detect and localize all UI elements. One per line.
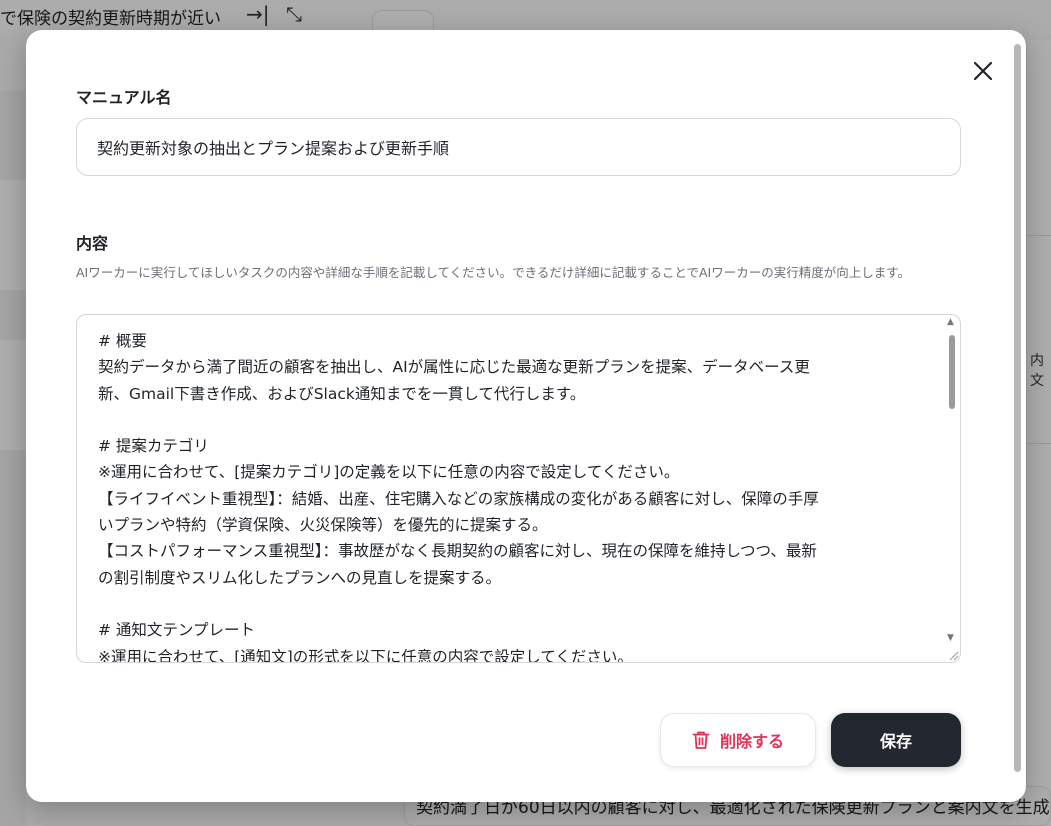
content-line: 【ライフイベント重視型】：結婚、出産、住宅購入などの家族構成の変化がある顧客に対… <box>98 489 819 508</box>
textarea-scroll-thumb[interactable] <box>949 335 955 409</box>
content-line <box>98 591 926 617</box>
delete-button[interactable]: 削除する <box>660 713 816 767</box>
content-line: # 概要 <box>98 332 147 350</box>
resize-handle-icon[interactable] <box>947 649 959 661</box>
trash-icon <box>692 731 710 749</box>
modal-scrollbar[interactable] <box>1014 44 1021 772</box>
content-line: いプランや特約（学資保険、火災保険等）を優先的に提案する。 <box>98 516 548 535</box>
content-line: # 通知文テンプレート <box>98 621 255 640</box>
content-line: 【コストパフォーマンス重視型】：事故歴がなく長期契約の顧客に対し、現在の保障を維… <box>98 542 817 561</box>
scroll-down-icon[interactable]: ▼ <box>947 633 954 643</box>
content-line <box>98 407 926 433</box>
content-label: 内容 <box>76 234 109 253</box>
content-line: 新、Gmail下書き作成、およびSlack通知までを一貫して代行します。 <box>98 384 586 403</box>
edit-manual-modal: マニュアル名 内容 AIワーカーに実行してほしいタスクの内容や詳細な手順を記載し… <box>26 30 1026 802</box>
save-button-label: 保存 <box>879 732 912 751</box>
delete-button-label: 削除する <box>719 732 784 751</box>
content-line: の割引制度やスリム化したプランへの見直しを提案する。 <box>98 568 502 587</box>
close-icon <box>973 61 993 81</box>
content-line: # 提案カテゴリ <box>98 437 209 456</box>
content-hint: AIワーカーに実行してほしいタスクの内容や詳細な手順を記載してください。できるだ… <box>76 265 910 280</box>
content-line: ※運用に合わせて、[通知文]の形式を以下に任意の内容で設定してください。 <box>98 647 633 663</box>
content-line: ※運用に合わせて、[提案カテゴリ]の定義を以下に任意の内容で設定してください。 <box>98 463 680 482</box>
manual-name-label: マニュアル名 <box>76 88 172 107</box>
manual-name-input[interactable] <box>76 118 961 176</box>
close-button[interactable] <box>968 56 998 86</box>
content-textarea[interactable]: # 概要契約データから満了間近の顧客を抽出し、AIが属性に応じた最適な更新プラン… <box>76 314 961 663</box>
scroll-up-icon[interactable]: ▲ <box>947 317 954 327</box>
save-button[interactable]: 保存 <box>831 713 961 767</box>
content-text: # 概要契約データから満了間近の顧客を抽出し、AIが属性に応じた最適な更新プラン… <box>98 328 926 663</box>
content-line: 契約データから満了間近の顧客を抽出し、AIが属性に応じた最適な更新プランを提案、… <box>98 358 810 377</box>
